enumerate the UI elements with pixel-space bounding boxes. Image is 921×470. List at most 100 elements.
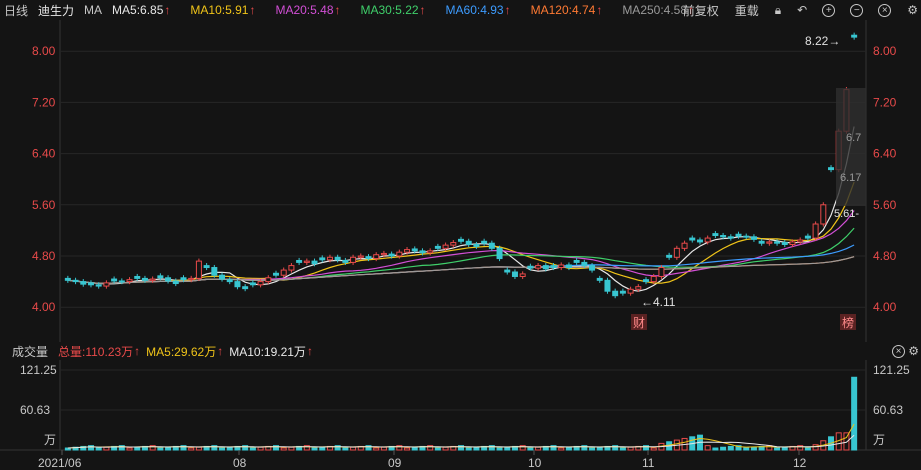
candle-body — [111, 278, 118, 282]
price-tick-left: 6.40 — [32, 147, 56, 161]
price-tick-right: 6.40 — [873, 147, 897, 161]
candle-body — [326, 256, 333, 261]
candle-body — [527, 265, 534, 269]
settings-icon[interactable]: ⚙ — [907, 3, 918, 17]
candle-body — [766, 241, 773, 244]
candle-body — [750, 236, 757, 240]
candle-body — [643, 279, 650, 283]
zoom-in-icon[interactable]: + — [822, 3, 836, 17]
candle-body — [458, 238, 464, 242]
candle-body — [666, 254, 673, 258]
badge-financial[interactable]: 财 — [633, 316, 645, 330]
candle-body — [442, 244, 449, 249]
candle-body — [604, 279, 611, 292]
candle-body — [249, 282, 256, 286]
price-tick-right: 8.00 — [873, 44, 897, 58]
volume-ma5: MA5:29.62万 — [146, 344, 217, 359]
max-price-label: 8.22→ — [805, 34, 840, 48]
reload-button[interactable]: 重载 — [735, 2, 759, 19]
candle-body — [188, 277, 195, 281]
volume-bar — [280, 447, 287, 451]
price-tick-left: 5.60 — [32, 198, 56, 212]
candle-body — [496, 247, 503, 260]
zoom-out-icon[interactable]: − — [850, 3, 864, 17]
min-price-label: ←4.11 — [641, 295, 676, 309]
up-arrow-icon: ↑ — [504, 3, 511, 17]
volume-bar — [704, 445, 711, 451]
candle-body — [696, 239, 703, 243]
candle-body — [581, 261, 588, 267]
candle-body — [596, 277, 603, 281]
lock-icon[interactable]: 🔒︎ — [775, 3, 781, 18]
candle-body — [365, 256, 372, 260]
volume-bar — [565, 446, 572, 451]
candle-body — [535, 265, 542, 269]
candle-body — [427, 250, 434, 254]
volume-total: 总量:110.23万 — [58, 344, 134, 359]
volume-tick-left: 121.25 — [20, 363, 57, 377]
candle-body — [311, 260, 318, 265]
undo-icon[interactable]: ↶ — [797, 3, 807, 17]
candle-body — [488, 242, 495, 249]
candle-body — [257, 281, 264, 286]
candle-body — [380, 252, 387, 256]
candle-body — [149, 278, 156, 281]
candle-body — [612, 290, 619, 297]
candle-body — [781, 242, 788, 245]
volume-bar — [380, 446, 387, 451]
volume-bar — [504, 446, 511, 451]
candle-body — [296, 259, 303, 263]
volume-header: 成交量 总量:110.23万 ↑ MA5:29.62万 ↑ MA10:19.21万 ↑… — [12, 343, 919, 360]
candle-body — [72, 279, 79, 283]
volume-tick-right: 121.25 — [873, 363, 910, 377]
candle-body — [789, 241, 796, 245]
up-arrow-icon: ↑ — [249, 3, 256, 17]
close-icon[interactable]: × — [878, 3, 892, 17]
ma-label[interactable]: MA — [84, 3, 102, 17]
volume-bar — [134, 446, 141, 451]
badge-ranking[interactable]: 榜 — [842, 315, 854, 330]
candle-body — [265, 277, 272, 283]
candle-body — [797, 239, 804, 243]
candle-body — [396, 251, 403, 257]
candle-body — [828, 167, 835, 171]
price-chart[interactable]: 8.00 8.00 7.20 7.20 6.40 6.40 5.60 5.60 4.80 4.80… — [0, 20, 921, 342]
volume-chart[interactable]: 121.25 121.25 60.63 60.63 万 万 2021/06 08 09 10 11… — [0, 360, 921, 470]
volume-title[interactable]: 成交量 — [12, 343, 48, 360]
volume-bar — [219, 447, 226, 451]
price-tick-right: 7.20 — [873, 95, 897, 109]
volume-close-icon[interactable]: × — [892, 344, 905, 358]
volume-settings-icon[interactable]: ⚙ — [908, 344, 919, 358]
candle-body — [350, 256, 357, 263]
candle-body — [851, 34, 858, 38]
ma-line-20 — [67, 210, 855, 285]
price-tick-right: 4.00 — [873, 300, 897, 314]
candle-body — [473, 243, 480, 247]
volume-bar — [527, 447, 534, 451]
adjust-button[interactable]: 前复权 — [683, 2, 719, 19]
candle-body — [388, 253, 395, 257]
volume-bar — [373, 447, 380, 451]
price-tick-left: 4.80 — [32, 249, 56, 263]
volume-tick-right: 60.63 — [873, 403, 903, 417]
candle-body — [126, 279, 133, 283]
ma-item-1: MA10:5.91↑ — [190, 3, 256, 17]
volume-bar — [804, 447, 811, 451]
volume-bar — [473, 446, 480, 451]
ma-item-4: MA60:4.93↑ — [445, 3, 511, 17]
candle-body — [103, 282, 110, 287]
period-label[interactable]: 日线 — [4, 2, 28, 19]
volume-bar — [720, 446, 727, 451]
candle-body — [242, 286, 249, 290]
volume-bar — [465, 447, 472, 451]
x-axis-label: 2021/06 — [38, 456, 82, 470]
up-arrow-icon: ↑ — [419, 3, 426, 17]
volume-bar — [95, 447, 102, 451]
candle-body — [758, 240, 765, 244]
volume-bar — [350, 446, 357, 451]
up-arrow-icon: ↑ — [334, 3, 341, 17]
candle-body — [504, 269, 511, 273]
volume-bar — [165, 446, 172, 451]
candle-body — [743, 235, 750, 238]
price-tick-left: 8.00 — [32, 44, 56, 58]
